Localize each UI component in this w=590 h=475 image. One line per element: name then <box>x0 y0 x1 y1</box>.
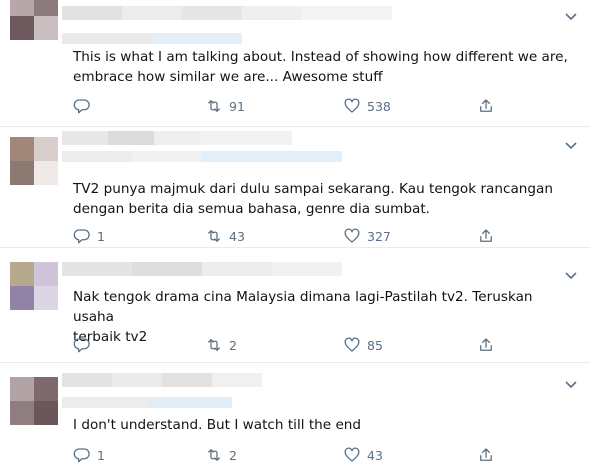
like-icon <box>344 337 360 352</box>
reply-button[interactable]: 1 <box>73 445 105 465</box>
share-button[interactable] <box>477 445 495 465</box>
avatar[interactable] <box>10 262 58 310</box>
tweet-1: This is what I am talking about. Instead… <box>0 0 590 126</box>
share-icon <box>480 338 492 351</box>
like-count: 85 <box>367 337 383 353</box>
retweet-button[interactable]: 91 <box>205 96 245 116</box>
like-button[interactable]: 85 <box>343 335 383 355</box>
share-icon <box>480 229 492 242</box>
retweet-count: 2 <box>229 337 237 353</box>
like-button[interactable]: 327 <box>343 226 391 246</box>
replying-to-blurred <box>62 397 232 408</box>
reply-button[interactable] <box>73 335 97 355</box>
like-count: 538 <box>367 98 391 114</box>
author-name-blurred[interactable] <box>62 6 392 20</box>
avatar[interactable] <box>10 137 58 185</box>
tweet-text: I don't understand. But I watch till the… <box>73 417 362 433</box>
share-button[interactable] <box>477 96 495 116</box>
replying-to-blurred <box>62 33 242 44</box>
avatar[interactable] <box>10 0 58 40</box>
tweet-2: TV2 punya majmuk dari dulu sampai sekara… <box>0 127 590 247</box>
reply-button[interactable] <box>73 96 97 116</box>
reply-icon <box>73 229 90 244</box>
chevron-down-icon[interactable] <box>564 140 578 150</box>
chevron-down-icon[interactable] <box>564 270 578 280</box>
tweet-actions: 1 43 327 <box>73 226 503 246</box>
retweet-button[interactable]: 2 <box>205 335 237 355</box>
chevron-down-icon[interactable] <box>564 379 578 389</box>
author-name-blurred[interactable] <box>62 262 342 276</box>
like-count: 43 <box>367 447 383 463</box>
share-icon <box>480 99 492 112</box>
like-count: 327 <box>367 228 391 244</box>
author-name-blurred[interactable] <box>62 131 292 145</box>
retweet-icon <box>208 339 220 351</box>
like-icon <box>344 228 360 243</box>
reply-button[interactable]: 1 <box>73 226 105 246</box>
tweet-3: Nak tengok drama cina Malaysia dimana la… <box>0 248 590 362</box>
author-name-blurred[interactable] <box>62 373 262 387</box>
tweet-actions: 2 85 <box>73 335 503 355</box>
retweet-button[interactable]: 2 <box>205 445 237 465</box>
tweet-text: This is what I am talking about. Instead… <box>73 49 568 85</box>
retweet-count: 91 <box>229 98 245 114</box>
reply-count: 1 <box>97 447 105 463</box>
reply-icon <box>73 338 90 353</box>
retweet-icon <box>208 100 220 112</box>
reply-icon <box>73 99 90 114</box>
share-button[interactable] <box>477 335 495 355</box>
tweet-actions: 1 2 43 <box>73 445 503 465</box>
chevron-down-icon[interactable] <box>564 11 578 21</box>
share-icon <box>480 448 492 461</box>
like-icon <box>344 98 360 113</box>
avatar[interactable] <box>10 377 58 425</box>
tweet-actions: 91 538 <box>73 96 503 116</box>
share-button[interactable] <box>477 226 495 246</box>
tweet-4: I don't understand. But I watch till the… <box>0 363 590 475</box>
like-button[interactable]: 43 <box>343 445 383 465</box>
reply-count: 1 <box>97 228 105 244</box>
retweet-button[interactable]: 43 <box>205 226 245 246</box>
like-button[interactable]: 538 <box>343 96 391 116</box>
reply-icon <box>73 448 90 463</box>
retweet-count: 43 <box>229 228 245 244</box>
tweet-text: TV2 punya majmuk dari dulu sampai sekara… <box>73 181 553 217</box>
retweet-count: 2 <box>229 447 237 463</box>
like-icon <box>344 447 360 462</box>
replying-to-blurred <box>62 151 342 162</box>
retweet-icon <box>208 449 220 461</box>
retweet-icon <box>208 230 220 242</box>
